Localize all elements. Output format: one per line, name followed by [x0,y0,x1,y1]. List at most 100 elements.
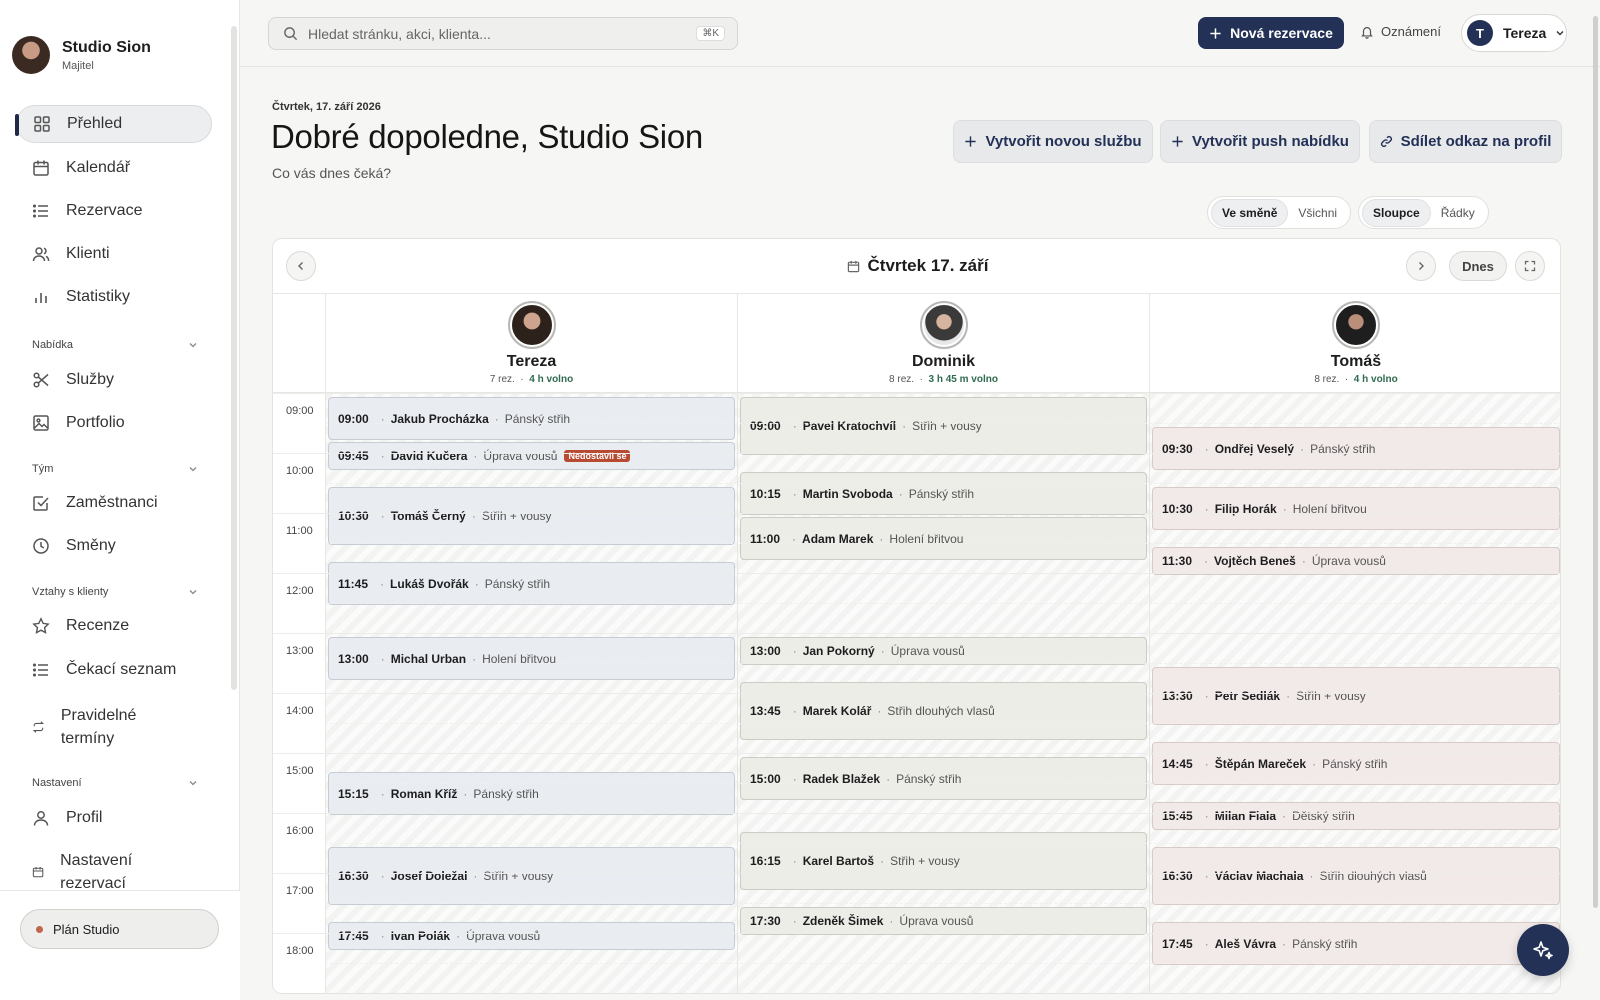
section-vztahy[interactable]: Vztahy s klienty [32,586,198,598]
ai-assistant-button[interactable] [1517,924,1569,976]
half-hour-gridline [325,723,1560,724]
appointment-card[interactable]: 16:30 · Václav Machala · Střih dlouhých vlas… [1152,847,1560,905]
appointment-time: 11:30 [1162,554,1193,568]
sidebar-item-smeny[interactable]: Směny [16,527,212,565]
appointment-time: 17:45 [338,929,369,943]
appointment-client: Ivan Polák [390,929,451,943]
staff-column-header[interactable]: Dominik 8 rez. · 3 h 45 m volno [737,294,1149,393]
layout-rows[interactable]: Řádky [1431,200,1485,226]
staff-reservations: 8 rez. [1314,374,1340,385]
user-name: Tereza [1503,25,1547,41]
staff-column-header[interactable]: Tomáš 8 rez. · 4 h volno [1149,294,1560,393]
appointment-client: Tomáš Černý [390,509,466,523]
sidebar-item-prehled[interactable]: Přehled [15,105,212,143]
clock-icon [33,538,49,554]
hour-label: 17:00 [286,885,314,897]
separator-dot: · [471,509,476,523]
sidebar-item-rezervace[interactable]: Rezervace [16,192,212,230]
appointment-service: Úprava vousů [466,929,541,943]
sidebar-item-cekaci-seznam[interactable]: Čekací seznam [16,651,212,689]
new-reservation-button[interactable]: Nová rezervace [1198,17,1344,49]
calendar-icon [33,160,49,176]
sidebar-item-klienti[interactable]: Klienti [16,235,212,273]
page-title: Dobré dopoledne, Studio Sion [271,118,703,155]
appointment-card[interactable]: 15:45 · Milan Fiala · Dětský střih [1152,802,1560,830]
staff-name: Dominik [911,353,976,370]
notifications-button[interactable]: Oznámení [1360,24,1441,39]
appointment-card[interactable]: 11:30 · Vojtěch Beneš · Úprava vousů [1152,547,1560,575]
shift-filter-on-shift[interactable]: Ve směně [1211,198,1289,227]
appointment-card[interactable]: 15:15 · Roman Kříž · Pánský střih [328,772,735,815]
shift-filter-all[interactable]: Všichni [1288,200,1347,226]
next-day-button[interactable] [1406,251,1436,281]
sidebar-item-recenze[interactable]: Recenze [16,607,212,645]
appointment-card[interactable]: 10:15 · Martin Svoboda · Pánský střih [740,472,1147,515]
link-icon [1380,136,1392,147]
appointment-card[interactable]: 13:00 · Michal Urban · Holení břitvou [328,637,735,680]
appointment-card[interactable]: 17:45 · Aleš Vávra · Pánský střih [1152,922,1560,965]
appointment-card[interactable]: 15:00 · Radek Blažek · Pánský střih [740,757,1147,800]
sidebar-item-zamestnanci[interactable]: Zaměstnanci [16,484,212,522]
appointment-card[interactable]: 16:30 · Josef Doležal · Střih + vousy [328,847,735,905]
plan-button[interactable]: Plán Studio [20,909,219,949]
appointment-card[interactable]: 17:30 · Zdeněk Šimek · Úprava vousů [740,907,1147,935]
appointment-client: Martin Svoboda [802,486,893,501]
separator-dot: · [1312,756,1317,771]
appointment-card[interactable]: 09:30 · Ondřej Veselý · Pánský střih [1152,427,1560,470]
search-input[interactable]: Hledat stránku, akci, klienta... ⌘K [268,17,738,50]
appointment-card[interactable]: 09:45 · David Kučera · Úprava vousů Nedostavi… [328,442,735,470]
staff-free-time: 4 h volno [1353,374,1398,385]
appointment-card[interactable]: 14:45 · Štěpán Mareček · Pánský střih [1152,742,1560,785]
sidebar-item-profil[interactable]: Profil [16,799,212,837]
appointment-card[interactable]: 09:00 · Pavel Kratochvíl · Střih + vousy [740,397,1147,455]
section-title: Nastavení [32,777,82,789]
calendar-title-text: Čtvrtek 17. září [867,256,989,275]
sidebar-item-pravidelne-terminy[interactable]: Pravidelné termíny [16,702,156,752]
today-button[interactable]: Dnes [1449,251,1507,281]
create-push-offer-button[interactable]: Vytvořit push nabídku [1160,120,1360,163]
separator-dot: · [1282,809,1287,823]
studio-header[interactable]: Studio Sion Majitel [12,36,151,74]
avatar [1332,301,1380,349]
appointment-card[interactable]: 13:00 · Jan Pokorný · Úprava vousů [740,637,1147,665]
search-shortcut: ⌘K [696,26,725,41]
appointment-card[interactable]: 17:45 · Ivan Polák · Úprava vousů [328,922,735,950]
fullscreen-button[interactable] [1515,251,1545,281]
sidebar-item-portfolio[interactable]: Portfolio [16,404,212,442]
appointment-card[interactable]: 09:00 · Jakub Procházka · Pánský střih [328,397,735,440]
hour-gridline [273,693,1560,694]
appointment-card[interactable]: 11:45 · Lukáš Dvořák · Pánský střih [328,562,735,605]
appointment-client: Pavel Kratochvíl [802,419,897,433]
hour-gridline [273,453,1560,454]
section-tym[interactable]: Tým [32,463,198,475]
staff-column-header[interactable]: Tereza 7 rez. · 4 h volno [325,294,737,393]
share-profile-link-button[interactable]: Sdílet odkaz na profil [1369,120,1562,163]
sidebar-item-sluzby[interactable]: Služby [16,361,212,399]
appointment-card[interactable]: 13:45 · Marek Kolář · Střih dlouhých vlasů [740,682,1147,740]
appointment-time: 16:15 [750,854,781,868]
sidebar: Studio Sion Majitel Přehled Kalendář Rez… [0,0,240,1000]
staff-reservations: 7 rez. [489,374,515,385]
hour-label: 16:00 [286,825,314,837]
appointment-card[interactable]: 10:30 · Tomáš Černý · Střih + vousy [328,487,735,545]
appointment-card[interactable]: 10:30 · Filip Horák · Holení břitvou [1152,487,1560,530]
section-nastaveni[interactable]: Nastavení [32,777,198,789]
page-scrollbar[interactable] [1593,16,1598,908]
user-icon [33,811,49,826]
create-service-button[interactable]: Vytvořit novou službu [953,120,1153,163]
check-square-icon [33,496,49,511]
appointment-client: Jan Pokorný [802,644,875,658]
layout-columns[interactable]: Sloupce [1362,198,1431,227]
appointment-card[interactable]: 16:15 · Karel Bartoš · Střih + vousy [740,832,1147,890]
user-menu-button[interactable]: T Tereza [1461,14,1567,52]
sidebar-scrollbar[interactable] [231,26,237,690]
sidebar-item-kalendar[interactable]: Kalendář [16,149,212,187]
staff-header-row: Tereza 7 rez. · 4 h volno Dominik 8 rez.… [273,294,1560,393]
hour-label: 18:00 [286,945,314,957]
separator-dot: · [880,644,885,658]
sidebar-item-statistiky[interactable]: Statistiky [16,278,212,316]
section-nabidka[interactable]: Nabídka [32,339,198,351]
appointment-card[interactable]: 13:30 · Petr Sedlák · Střih + vousy [1152,667,1560,725]
appointment-card[interactable]: 11:00 · Adam Marek · Holení břitvou [740,517,1147,560]
sidebar-item-nastaveni-rezervaci[interactable]: Nastavení rezervací [16,847,156,890]
